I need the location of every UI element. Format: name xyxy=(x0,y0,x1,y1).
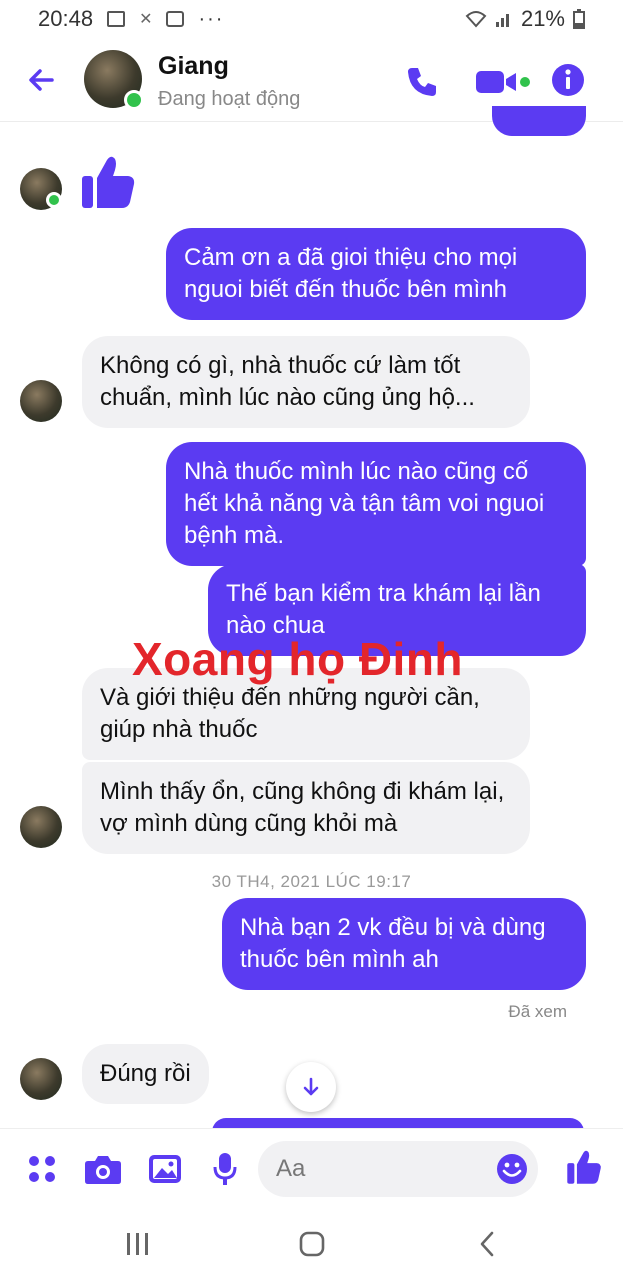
news-app-icon xyxy=(166,11,185,27)
message-bubble-incoming[interactable]: Đúng rồi xyxy=(82,1044,209,1104)
message-timestamp: 30 TH4, 2021 LÚC 19:17 xyxy=(211,872,412,891)
contact-avatar-small[interactable] xyxy=(20,1058,62,1100)
message-input[interactable]: Aa xyxy=(258,1141,538,1197)
battery-level: 21% xyxy=(520,6,565,31)
microphone-icon[interactable] xyxy=(212,1151,238,1187)
message-bubble-outgoing[interactable]: Cảm ơn a đã gioi thiệu cho mọi nguoi biế… xyxy=(166,228,586,320)
online-indicator xyxy=(46,192,62,208)
emoji-icon[interactable] xyxy=(496,1153,528,1185)
system-nav-bar xyxy=(0,1210,623,1280)
back-icon[interactable] xyxy=(474,1230,502,1258)
contact-avatar-small[interactable] xyxy=(20,806,62,848)
message-bubble-outgoing[interactable]: Nhà thuốc mình lúc nào cũng cố hết khả n… xyxy=(166,442,586,566)
contact-name[interactable]: Giang xyxy=(158,52,229,81)
message-bubble-partial xyxy=(492,106,586,136)
signal-icon xyxy=(495,14,509,27)
info-icon[interactable] xyxy=(550,62,586,98)
message-bubble-outgoing[interactable]: Nhà bạn 2 vk đều bị và dùng thuốc bên mì… xyxy=(222,898,586,990)
back-arrow-icon[interactable] xyxy=(22,60,62,100)
contact-avatar-small[interactable] xyxy=(20,380,62,422)
more-notifications-icon: ··· xyxy=(198,7,225,30)
gallery-icon[interactable] xyxy=(148,1153,182,1185)
missed-call-icon: ✕ xyxy=(139,11,153,28)
message-composer: Aa xyxy=(0,1128,623,1210)
menu-dots-icon[interactable] xyxy=(26,1153,58,1185)
message-bubble-incoming[interactable]: Mình thấy ổn, cũng không đi khám lại, vợ… xyxy=(82,762,530,854)
home-icon[interactable] xyxy=(298,1230,326,1258)
message-input-placeholder: Aa xyxy=(276,1155,306,1182)
message-bubble-incoming[interactable]: Không có gì, nhà thuốc cứ làm tốt chuẩn,… xyxy=(82,336,530,428)
battery-icon xyxy=(573,9,585,29)
online-indicator xyxy=(124,90,144,110)
watermark-text: Xoang họ Đinh xyxy=(132,633,464,685)
status-time: 20:48 xyxy=(38,6,94,31)
seen-status: Đã xem xyxy=(508,1002,567,1021)
gallery-notification-icon xyxy=(107,11,126,27)
scroll-to-bottom-button[interactable] xyxy=(286,1062,336,1112)
camera-icon[interactable] xyxy=(84,1153,122,1185)
like-sticker-icon xyxy=(82,156,135,208)
video-call-icon[interactable] xyxy=(474,68,532,96)
phone-icon[interactable] xyxy=(404,64,440,100)
recents-icon[interactable] xyxy=(124,1230,152,1258)
status-bar: 20:48 ✕ ··· 21% xyxy=(0,0,623,38)
contact-status: Đang hoạt động xyxy=(158,88,301,110)
like-icon[interactable] xyxy=(566,1149,602,1185)
wifi-icon xyxy=(465,11,487,28)
arrow-down-icon xyxy=(303,1077,319,1096)
